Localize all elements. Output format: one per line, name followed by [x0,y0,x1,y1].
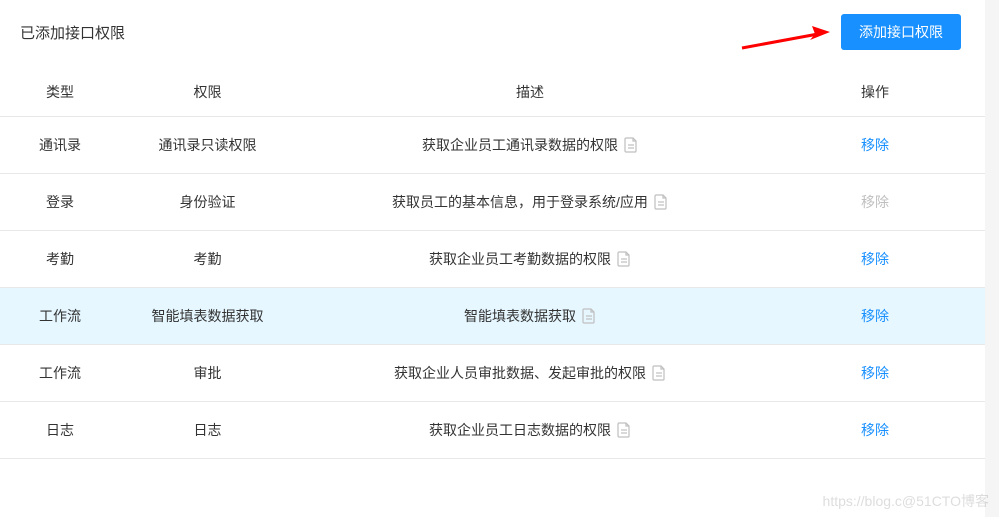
cell-operation: 移除 [765,420,985,440]
remove-link[interactable]: 移除 [861,422,889,438]
cell-permission: 考勤 [120,249,295,269]
cell-operation: 移除 [765,192,985,212]
cell-permission: 审批 [120,363,295,383]
table-header-row: 类型 权限 描述 操作 [0,68,985,116]
cell-operation: 移除 [765,135,985,155]
annotation-arrow-icon [740,26,830,54]
cell-permission: 智能填表数据获取 [120,306,295,326]
table-row[interactable]: 登录身份验证 获取员工的基本信息，用于登录系统/应用 移除 [0,173,985,230]
permissions-table: 类型 权限 描述 操作 通讯录通讯录只读权限获取企业员工通讯录数据的权限移除登录… [0,68,985,459]
table-row[interactable]: 考勤考勤 获取企业员工考勤数据的权限 移除 [0,230,985,287]
document-icon [624,137,638,153]
cell-description: 获取企业员工日志数据的权限 [295,420,765,440]
cell-type: 登录 [0,192,120,212]
cell-type: 日志 [0,420,120,440]
add-permission-button[interactable]: 添加接口权限 [841,14,961,50]
cell-operation: 移除 [765,249,985,269]
remove-link[interactable]: 移除 [861,365,889,381]
table-row[interactable]: 工作流智能填表数据获取智能填表数据获取移除 [0,287,985,344]
remove-link: 移除 [861,194,889,210]
cell-description: 获取员工的基本信息，用于登录系统/应用 [295,192,765,212]
cell-operation: 移除 [765,306,985,326]
column-header-type: 类型 [0,82,120,102]
table-body: 通讯录通讯录只读权限获取企业员工通讯录数据的权限移除登录身份验证获取员工的基本信… [0,116,985,459]
description-text: 智能填表数据获取 [464,306,576,326]
cell-type: 工作流 [0,363,120,383]
document-icon [652,365,666,381]
column-header-operation: 操作 [765,82,985,102]
remove-link[interactable]: 移除 [861,137,889,153]
document-icon [617,422,631,438]
section-header: 已添加接口权限 添加接口权限 [0,14,985,68]
description-text: 获取员工的基本信息，用于登录系统/应用 [392,192,648,212]
document-icon [582,308,596,324]
cell-description: 获取企业员工通讯录数据的权限 [295,135,765,155]
table-row[interactable]: 通讯录通讯录只读权限 获取企业员工通讯录数据的权限 移除 [0,116,985,173]
document-icon [654,194,668,210]
cell-type: 考勤 [0,249,120,269]
description-text: 获取企业员工通讯录数据的权限 [422,135,618,155]
cell-type: 工作流 [0,306,120,326]
table-row[interactable]: 日志日志 获取企业员工日志数据的权限 移除 [0,401,985,459]
description-text: 获取企业员工考勤数据的权限 [429,249,611,269]
column-header-permission: 权限 [120,82,295,102]
cell-description: 获取企业员工考勤数据的权限 [295,249,765,269]
cell-permission: 身份验证 [120,192,295,212]
document-icon [617,251,631,267]
cell-permission: 日志 [120,420,295,440]
cell-description: 获取企业人员审批数据、发起审批的权限 [295,363,765,383]
cell-operation: 移除 [765,363,985,383]
cell-permission: 通讯录只读权限 [120,135,295,155]
column-header-description: 描述 [295,82,765,102]
description-text: 获取企业人员审批数据、发起审批的权限 [394,363,646,383]
table-row[interactable]: 工作流审批 获取企业人员审批数据、发起审批的权限 移除 [0,344,985,401]
cell-type: 通讯录 [0,135,120,155]
section-title: 已添加接口权限 [20,22,125,43]
remove-link[interactable]: 移除 [861,251,889,267]
remove-link[interactable]: 移除 [861,308,889,324]
cell-description: 智能填表数据获取 [295,306,765,326]
description-text: 获取企业员工日志数据的权限 [429,420,611,440]
